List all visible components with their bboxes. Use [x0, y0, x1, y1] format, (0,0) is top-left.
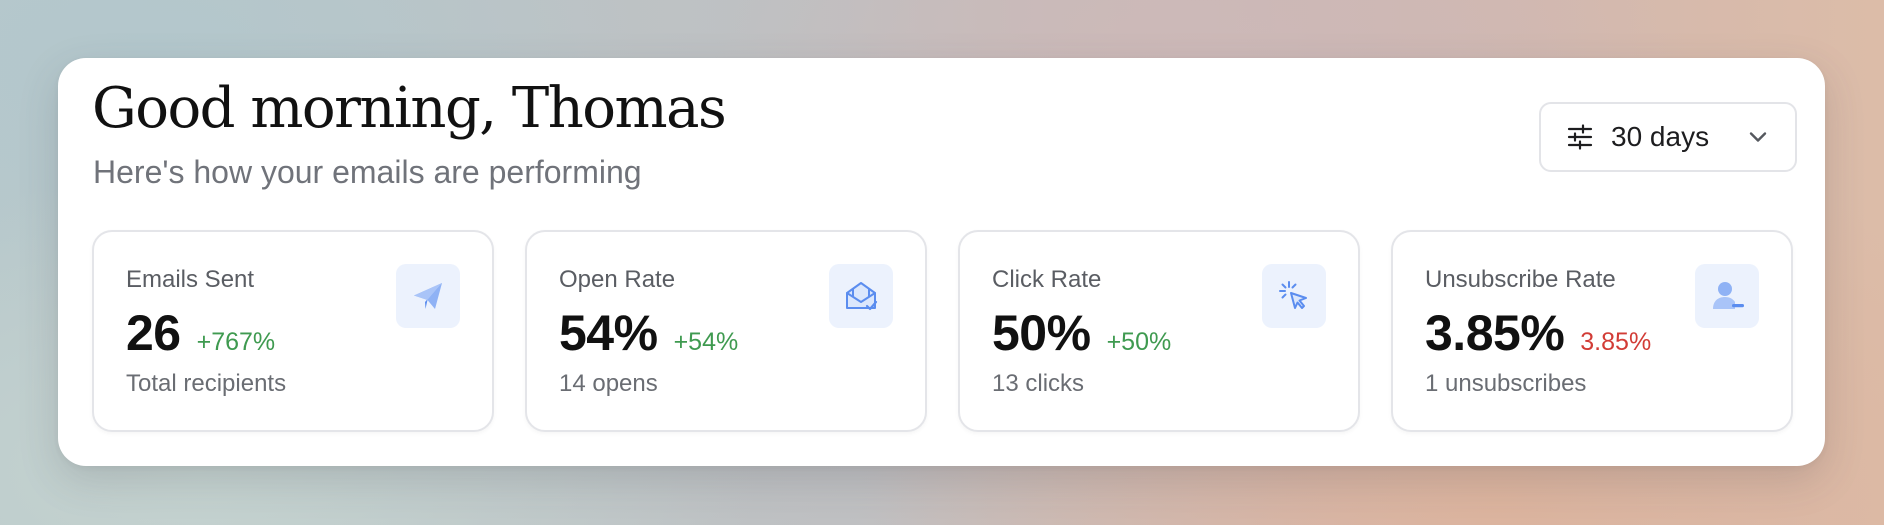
opened-envelope-icon [829, 264, 893, 328]
stat-change: +50% [1106, 328, 1172, 356]
stat-detail: 1 unsubscribes [1425, 370, 1587, 397]
date-range-dropdown[interactable]: 30 days [1539, 102, 1797, 172]
stat-detail: Total recipients [126, 370, 287, 397]
stat-card-click-rate: Click Rate 50% +50% 13 clicks [958, 230, 1360, 432]
stat-value-row: 54% +54% [559, 304, 738, 362]
cursor-click-icon [1262, 264, 1326, 328]
stat-title: Unsubscribe Rate [1425, 266, 1616, 293]
date-range-label: 30 days [1611, 121, 1710, 152]
user-minus-icon [1695, 264, 1759, 328]
stat-title: Open Rate [559, 266, 676, 293]
stat-value-row: 50% +50% [992, 304, 1171, 362]
stat-value: 50% [992, 305, 1091, 361]
page-subtitle: Here's how your emails are performing [93, 154, 642, 190]
stat-value: 3.85% [1425, 305, 1565, 361]
dashboard-panel: Good morning, Thomas Here's how your ema… [58, 58, 1825, 466]
stat-value-row: 3.85% 3.85% [1425, 304, 1651, 362]
page-title: Good morning, Thomas [92, 76, 727, 141]
stat-value: 54% [559, 305, 658, 361]
stat-card-unsubscribe-rate: Unsubscribe Rate 3.85% 3.85% 1 unsubscri… [1391, 230, 1793, 432]
stat-detail: 14 opens [559, 370, 658, 397]
stat-card-open-rate: Open Rate 54% +54% 14 opens [525, 230, 927, 432]
stat-title: Click Rate [992, 266, 1102, 293]
sliders-icon [1565, 122, 1595, 152]
paper-plane-icon [396, 264, 460, 328]
stat-change: +767% [196, 328, 276, 356]
stat-card-emails-sent: Emails Sent 26 +767% Total recipients [92, 230, 494, 432]
stat-value-row: 26 +767% [126, 304, 275, 362]
stat-value: 26 [126, 305, 181, 361]
stats-cards: Emails Sent 26 +767% Total recipients Op… [92, 230, 1793, 432]
stat-title: Emails Sent [126, 266, 255, 293]
chevron-down-icon [1745, 124, 1771, 150]
stat-detail: 13 clicks [992, 370, 1085, 397]
stat-change: +54% [673, 328, 739, 356]
stat-change: 3.85% [1580, 328, 1652, 356]
